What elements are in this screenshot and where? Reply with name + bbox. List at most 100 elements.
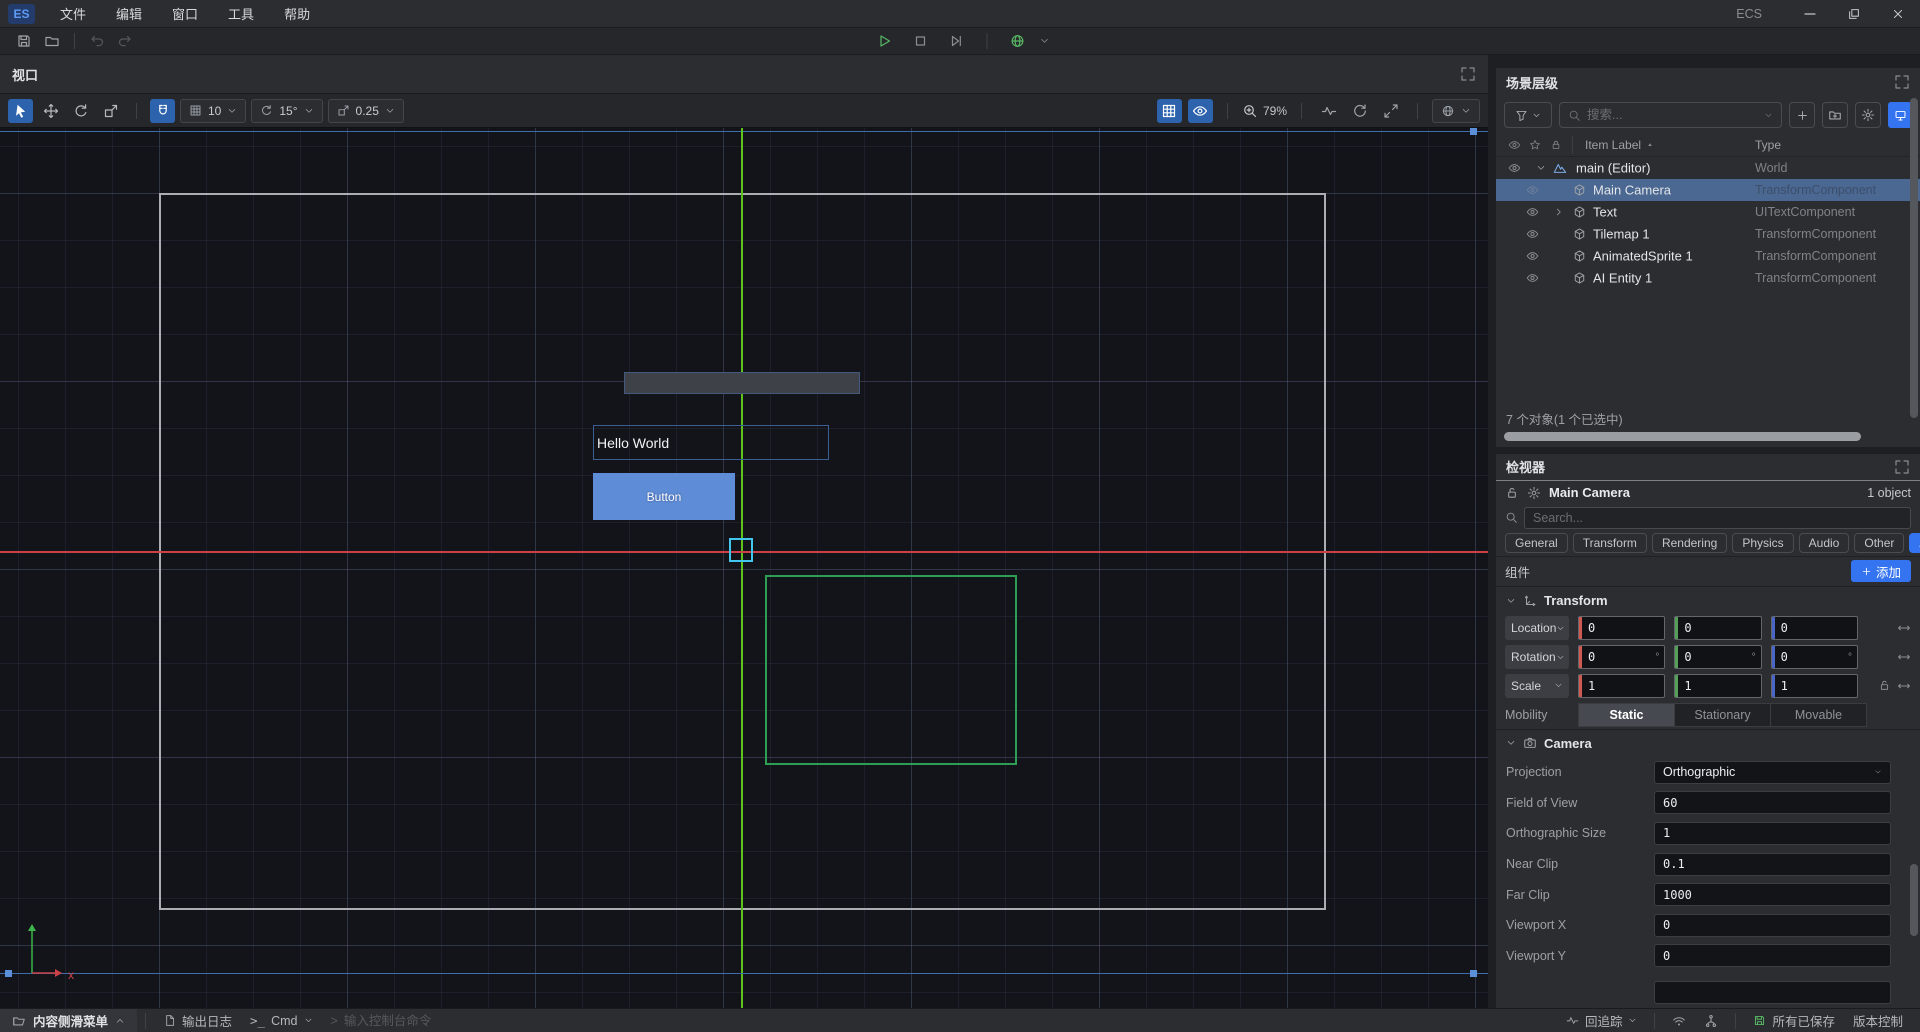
far-clip-input[interactable]: 1000 (1654, 883, 1891, 906)
inspector-search-input[interactable] (1533, 511, 1902, 525)
maximize-button[interactable] (1832, 0, 1876, 27)
scale-snap-dropdown[interactable]: 0.25 (328, 99, 404, 123)
visibility-toggle[interactable] (1526, 250, 1539, 263)
tab-physics[interactable]: Physics (1732, 533, 1793, 553)
add-component-button[interactable]: 添加 (1851, 560, 1911, 582)
fit-view-button[interactable] (1378, 99, 1403, 123)
tab-all[interactable]: All (1909, 533, 1920, 553)
play-button[interactable] (871, 30, 899, 53)
menu-file[interactable]: 文件 (45, 0, 101, 27)
location-z-field[interactable]: 0 (1771, 616, 1858, 640)
expand-panel-icon[interactable] (1894, 74, 1910, 90)
eye-column-icon[interactable] (1508, 139, 1521, 152)
scene-button-object[interactable]: Button (593, 473, 735, 520)
reset-link-icon[interactable] (1897, 621, 1911, 635)
tab-general[interactable]: General (1505, 533, 1568, 553)
hierarchy-settings-button[interactable] (1855, 102, 1881, 128)
clipped-input[interactable] (1654, 981, 1891, 1004)
star-column-icon[interactable] (1529, 139, 1541, 151)
hierarchy-v-scrollbar[interactable] (1910, 98, 1918, 418)
mobility-static[interactable]: Static (1579, 704, 1675, 726)
scale-y-field[interactable]: 1 (1674, 674, 1761, 698)
version-control-button[interactable]: 版本控制 (1844, 1011, 1912, 1030)
gizmo-visibility-toggle[interactable] (1188, 99, 1213, 123)
select-tool-button[interactable] (8, 99, 33, 123)
viewport-tab-button[interactable] (1888, 102, 1912, 128)
grid-snap-dropdown[interactable]: 10 (180, 99, 246, 123)
zoom-level[interactable]: 79% (1242, 103, 1287, 119)
transform-section-header[interactable]: Transform (1496, 586, 1920, 614)
snap-toggle-button[interactable] (150, 99, 175, 123)
location-dropdown[interactable]: Location (1505, 616, 1569, 640)
field-of-view-input[interactable]: 60 (1654, 791, 1891, 814)
rotation-dropdown[interactable]: Rotation (1505, 645, 1569, 669)
lock-inspector-icon[interactable] (1505, 486, 1519, 500)
scale-tool-button[interactable] (98, 99, 123, 123)
camera-section-header[interactable]: Camera (1496, 729, 1920, 757)
uniform-scale-lock-icon[interactable] (1878, 679, 1891, 693)
location-y-field[interactable]: 0 (1674, 616, 1761, 640)
cmd-dropdown[interactable]: >_ Cmd (241, 1013, 321, 1028)
stop-button[interactable] (907, 30, 935, 53)
expand-panel-icon[interactable] (1894, 459, 1910, 475)
hierarchy-row-ai-entity[interactable]: AI Entity 1 TransformComponent (1496, 267, 1920, 289)
rotate-snap-dropdown[interactable]: 15° (251, 99, 322, 123)
reset-link-icon[interactable] (1897, 650, 1911, 664)
lock-column-icon[interactable] (1550, 139, 1562, 151)
menu-edit[interactable]: 编辑 (101, 0, 157, 27)
hierarchy-h-scrollbar[interactable] (1504, 432, 1912, 441)
move-tool-button[interactable] (38, 99, 63, 123)
rotation-y-field[interactable]: 0° (1674, 645, 1761, 669)
scene-region-rect[interactable] (765, 575, 1017, 765)
orthographic-size-input[interactable]: 1 (1654, 822, 1891, 845)
filter-dropdown[interactable] (1504, 102, 1552, 128)
step-button[interactable] (943, 30, 971, 53)
visibility-toggle[interactable] (1526, 206, 1539, 219)
visibility-toggle[interactable] (1508, 162, 1521, 175)
save-button[interactable] (10, 30, 38, 53)
scene-panel-object[interactable] (624, 372, 860, 394)
expand-panel-icon[interactable] (1460, 66, 1476, 82)
undo-button[interactable] (83, 30, 111, 53)
open-button[interactable] (38, 30, 66, 53)
hierarchy-search[interactable] (1559, 102, 1782, 128)
view-mode-dropdown[interactable] (1432, 99, 1480, 123)
add-entity-button[interactable] (1789, 102, 1815, 128)
hierarchy-row-main-camera[interactable]: Main Camera TransformComponent (1496, 179, 1920, 201)
console-command-input[interactable] (344, 1014, 474, 1028)
hierarchy-row-animatedsprite[interactable]: AnimatedSprite 1 TransformComponent (1496, 245, 1920, 267)
rotation-x-field[interactable]: 0° (1578, 645, 1665, 669)
output-log-button[interactable]: 输出日志 (154, 1011, 241, 1030)
inspector-v-scrollbar[interactable] (1910, 864, 1918, 936)
stats-button[interactable] (1316, 99, 1341, 123)
world-select-button[interactable] (1004, 30, 1032, 53)
column-item-label[interactable]: Item Label (1585, 138, 1654, 152)
reset-link-icon[interactable] (1897, 679, 1911, 693)
inspector-search[interactable] (1524, 507, 1911, 529)
scale-dropdown[interactable]: Scale (1505, 674, 1569, 698)
hierarchy-search-input[interactable] (1587, 108, 1758, 122)
location-x-field[interactable]: 0 (1578, 616, 1665, 640)
mobility-movable[interactable]: Movable (1771, 704, 1866, 726)
rotate-tool-button[interactable] (68, 99, 93, 123)
viewport-y-input[interactable]: 0 (1654, 944, 1891, 967)
selected-object-gizmo[interactable] (729, 538, 753, 562)
chevron-down-icon[interactable] (1040, 36, 1050, 46)
branch-button[interactable] (1695, 1014, 1727, 1028)
projection-select[interactable]: Orthographic (1654, 761, 1891, 784)
tab-rendering[interactable]: Rendering (1652, 533, 1727, 553)
minimize-button[interactable] (1788, 0, 1832, 27)
guide-handle[interactable] (5, 970, 12, 977)
close-button[interactable] (1876, 0, 1920, 27)
console-command-field[interactable]: > (322, 1014, 483, 1028)
viewport-x-input[interactable]: 0 (1654, 914, 1891, 937)
scale-x-field[interactable]: 1 (1578, 674, 1665, 698)
visibility-toggle[interactable] (1526, 228, 1539, 241)
grid-visibility-toggle[interactable] (1157, 99, 1182, 123)
tab-transform[interactable]: Transform (1573, 533, 1647, 553)
scene-text-object[interactable]: Hello World (593, 425, 829, 460)
tab-audio[interactable]: Audio (1799, 533, 1850, 553)
guide-handle[interactable] (1470, 970, 1477, 977)
scale-z-field[interactable]: 1 (1771, 674, 1858, 698)
redo-button[interactable] (111, 30, 139, 53)
